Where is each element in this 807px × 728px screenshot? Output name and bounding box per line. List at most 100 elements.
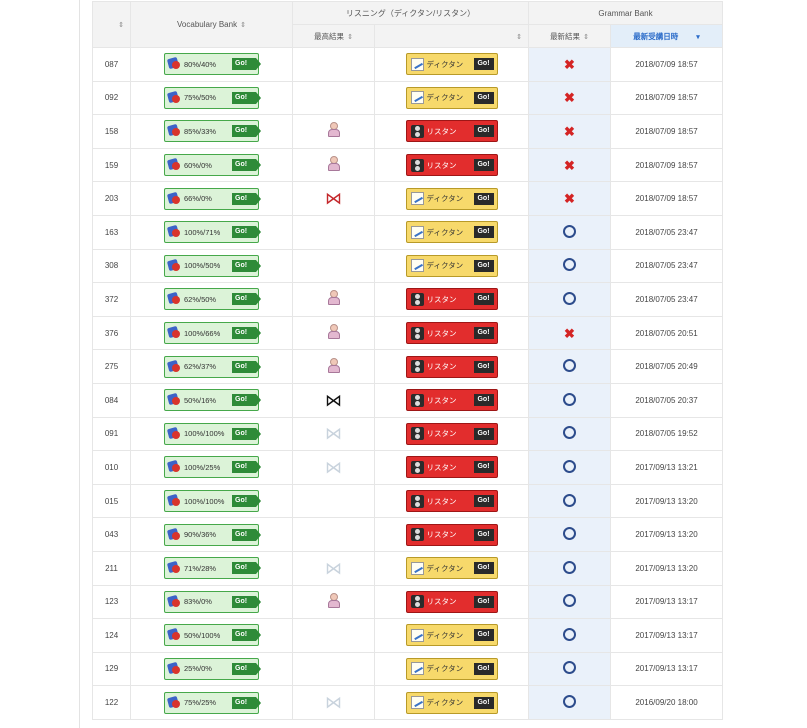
dictan-button[interactable]: ディクタン Go! <box>405 53 498 76</box>
vocabulary-score: 75%/25% <box>184 698 217 708</box>
vocabulary-go-button[interactable]: 75%/50% Go! <box>164 86 261 109</box>
vocabulary-go-button[interactable]: 62%/37% Go! <box>164 355 261 378</box>
listan-button[interactable]: リスタン Go! <box>405 389 498 412</box>
vocabulary-go-button[interactable]: 25%/0% Go! <box>164 657 261 680</box>
vocabulary-go-button[interactable]: 100%/71% Go! <box>164 221 261 244</box>
vocabulary-go-button[interactable]: 85%/33% Go! <box>164 120 261 143</box>
vocabulary-score: 50%/16% <box>184 395 217 405</box>
grammar-latest-result <box>528 550 611 586</box>
dictan-button[interactable]: ディクタン Go! <box>405 86 498 109</box>
latest-result-header[interactable]: 最新結果 ⇕ <box>528 24 611 48</box>
grammar-latest-result <box>528 382 611 418</box>
vocabulary-score: 80%/40% <box>184 59 217 69</box>
latest-date: 2018/07/09 18:57 <box>609 147 724 183</box>
listan-button[interactable]: リスタン Go! <box>405 288 498 311</box>
vocabulary-bank-header[interactable]: Vocabulary Bank ⇕ <box>130 1 293 48</box>
dictan-button[interactable]: ディクタン Go! <box>405 624 498 647</box>
vocabulary-go-button[interactable]: 90%/36% Go! <box>164 523 261 546</box>
dictan-button[interactable]: ディクタン Go! <box>405 254 498 277</box>
grammar-latest-result <box>528 517 611 552</box>
vocabulary-go-button[interactable]: 75%/25% Go! <box>164 691 261 714</box>
vocabulary-go-button[interactable]: 83%/0% Go! <box>164 590 261 613</box>
speaker-icon <box>410 460 424 474</box>
page-left-border <box>79 0 80 728</box>
correct-circle-icon <box>563 594 576 608</box>
listening-cell: リスタン Go! <box>374 584 529 620</box>
listening-cell: リスタン Go! <box>374 114 529 149</box>
go-label: Go! <box>232 91 261 104</box>
latest-date: 2017/09/13 13:21 <box>609 450 724 485</box>
grammar-latest-result <box>528 483 611 519</box>
vocabulary-go-button[interactable]: 66%/0% Go! <box>164 187 261 210</box>
speaker-icon <box>410 124 424 138</box>
results-table-body: 087 80%/40% Go! ディクタン Go! ✖ 2018/07/09 18:57 09… <box>92 47 724 720</box>
best-result-cell <box>292 517 375 552</box>
listan-button[interactable]: リスタン Go! <box>405 355 498 378</box>
vocabulary-go-button[interactable]: 100%/50% Go! <box>164 254 261 277</box>
vocabulary-flag-icon <box>168 696 182 710</box>
vocabulary-go-button[interactable]: 100%/25% Go! <box>164 456 261 479</box>
vocabulary-go-button[interactable]: 62%/50% Go! <box>164 288 261 311</box>
vocabulary-go-button[interactable]: 100%/100% Go! <box>164 422 261 445</box>
white-belt-icon: ⋈ <box>325 457 342 477</box>
vocabulary-go-button[interactable]: 100%/66% Go! <box>164 322 261 345</box>
listening-label: リスタン <box>426 597 457 607</box>
sort-icon: ⇕ <box>583 33 589 41</box>
listan-button[interactable]: リスタン Go! <box>405 154 498 177</box>
go-label: Go! <box>473 629 494 642</box>
go-label: Go! <box>473 696 494 709</box>
correct-circle-icon <box>563 493 576 507</box>
vocabulary-flag-icon <box>168 192 182 206</box>
lesson-number: 124 <box>92 618 131 653</box>
vocabulary-flag-icon <box>168 628 182 642</box>
table-row: 159 60%/0% Go! リスタン Go! ✖ 2018/07/09 18:57 <box>92 147 724 183</box>
vocabulary-go-button[interactable]: 100%/100% Go! <box>164 490 261 513</box>
listening-label: リスタン <box>426 328 457 338</box>
go-label: Go! <box>232 192 261 205</box>
go-label: Go! <box>473 327 494 340</box>
speaker-icon <box>410 494 424 508</box>
listan-button[interactable]: リスタン Go! <box>405 523 498 546</box>
id-column-header[interactable]: ⇕ <box>92 1 131 48</box>
vocabulary-go-button[interactable]: 60%/0% Go! <box>164 154 261 177</box>
listening-cell: ディクタン Go! <box>374 550 529 586</box>
vocabulary-flag-icon <box>168 124 182 138</box>
listan-button[interactable]: リスタン Go! <box>405 490 498 513</box>
vocabulary-score: 25%/0% <box>184 664 212 674</box>
dictan-button[interactable]: ディクタン Go! <box>405 221 498 244</box>
listening-label: ディクタン <box>426 194 464 204</box>
dictan-button[interactable]: ディクタン Go! <box>405 657 498 680</box>
latest-date-header[interactable]: 最新受講日時 ▾ <box>609 24 724 48</box>
best-result-cell: ⋈ <box>292 382 375 418</box>
latest-date: 2018/07/09 18:57 <box>609 80 724 116</box>
vocabulary-go-button[interactable]: 50%/16% Go! <box>164 389 261 412</box>
vocabulary-go-button[interactable]: 71%/28% Go! <box>164 557 261 580</box>
dictan-button[interactable]: ディクタン Go! <box>405 557 498 580</box>
listan-button[interactable]: リスタン Go! <box>405 456 498 479</box>
listan-button[interactable]: リスタン Go! <box>405 590 498 613</box>
vocabulary-flag-icon <box>168 528 182 542</box>
best-result-cell <box>292 483 375 519</box>
vocabulary-score: 100%/66% <box>184 328 221 338</box>
dictan-button[interactable]: ディクタン Go! <box>405 691 498 714</box>
vocabulary-go-button[interactable]: 80%/40% Go! <box>164 53 261 76</box>
listan-button[interactable]: リスタン Go! <box>405 322 498 345</box>
lesson-number: 010 <box>92 450 131 485</box>
go-label: Go! <box>232 58 261 71</box>
latest-date: 2018/07/05 23:47 <box>609 282 724 317</box>
table-row: 275 62%/37% Go! リスタン Go! 2018/07/05 20:49 <box>92 349 724 384</box>
lesson-number: 211 <box>92 550 131 586</box>
listening-label: リスタン <box>426 395 457 405</box>
grammar-latest-result: ✖ <box>528 147 611 183</box>
grammar-latest-result <box>528 685 611 720</box>
dictan-button[interactable]: ディクタン Go! <box>405 187 498 210</box>
go-label: Go! <box>232 259 261 272</box>
vocabulary-go-button[interactable]: 50%/100% Go! <box>164 624 261 647</box>
best-result-header[interactable]: 最高結果 ⇕ <box>292 24 375 48</box>
listan-button[interactable]: リスタン Go! <box>405 422 498 445</box>
vocabulary-flag-icon <box>168 91 182 105</box>
listan-button[interactable]: リスタン Go! <box>405 120 498 143</box>
listening-column-header[interactable]: ⇕ <box>374 24 529 48</box>
listening-cell: ディクタン Go! <box>374 685 529 720</box>
grammar-latest-result: ✖ <box>528 181 611 216</box>
